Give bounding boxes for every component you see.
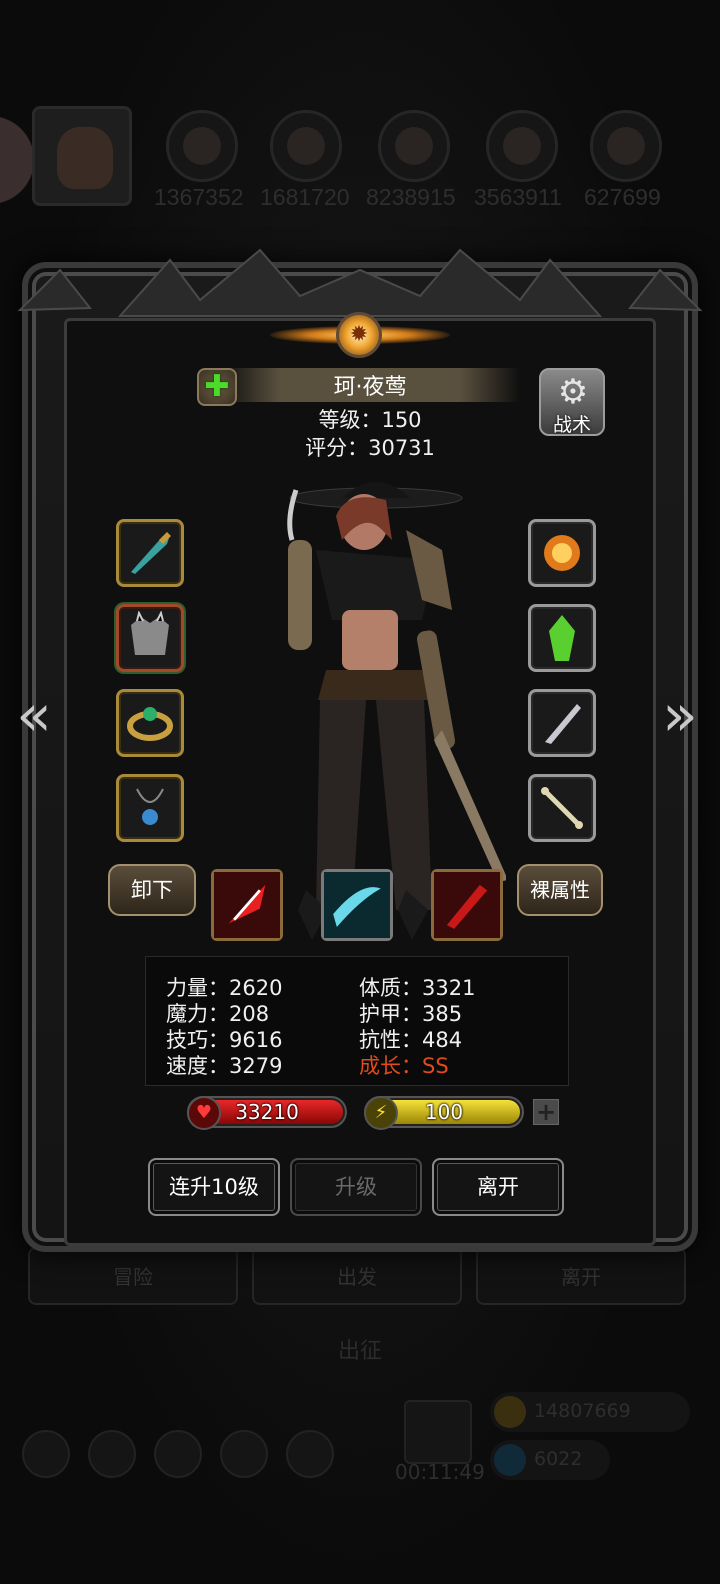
unequip-button[interactable]: 卸下 <box>108 864 196 916</box>
gem-counter: 6022 <box>490 1440 610 1480</box>
background-menu-icon <box>154 1430 202 1478</box>
background-menu-icon <box>22 1430 70 1478</box>
resource-icon <box>486 110 558 182</box>
gem-icon <box>494 1444 526 1476</box>
panel-emblem: ✹ <box>270 306 450 364</box>
hp-value: 33210 <box>235 1100 299 1124</box>
skill-slot-3[interactable] <box>431 869 503 941</box>
equip-slot-relic[interactable] <box>528 519 596 587</box>
gold-amount: 14807669 <box>534 1400 631 1422</box>
fire-relic-icon <box>544 535 580 571</box>
leave-button[interactable]: 离开 <box>432 1158 564 1216</box>
level-up-10-button[interactable]: 连升10级 <box>148 1158 280 1216</box>
equip-slot-weapon[interactable] <box>116 519 184 587</box>
gear-icon: ⚙ <box>557 372 589 412</box>
green-crystal-icon <box>549 615 575 661</box>
resource-count: 627699 <box>584 184 661 210</box>
equip-slot-amulet[interactable] <box>116 774 184 842</box>
red-slash-skill-icon <box>214 872 280 938</box>
background-tab-adventure: 冒险 <box>28 1247 238 1305</box>
previous-hero-arrow[interactable]: « <box>10 686 58 748</box>
gift-box-icon <box>404 1400 472 1464</box>
energy-bar: ⚡ 100 <box>364 1096 524 1130</box>
sun-icon: ✹ <box>349 322 369 347</box>
tactics-button[interactable]: ⚙ 战术 <box>539 368 605 436</box>
next-hero-arrow[interactable]: » <box>656 686 704 748</box>
skill-slot-1[interactable] <box>211 869 283 941</box>
blood-blade-skill-icon <box>434 872 500 938</box>
equip-slot-gem[interactable] <box>528 604 596 672</box>
stat-growth: 成长：SS <box>359 1054 449 1078</box>
dagger-icon <box>131 532 171 574</box>
ring-icon <box>127 707 173 741</box>
cyan-slash-skill-icon <box>324 872 390 938</box>
throwing-knife-icon <box>545 704 581 744</box>
equip-slot-armor[interactable] <box>116 604 184 672</box>
amulet-icon <box>136 788 164 825</box>
bone-icon <box>541 787 583 829</box>
background-timer: 00:11:49 <box>395 1460 485 1484</box>
background-avatar <box>32 106 132 206</box>
background-tab-depart: 出发 <box>252 1247 462 1305</box>
resource-count: 1367352 <box>154 184 244 210</box>
energy-value: 100 <box>424 1100 464 1124</box>
equip-slot-ring[interactable] <box>116 689 184 757</box>
bare-stats-button[interactable]: 裸属性 <box>517 864 603 916</box>
tactics-label: 战术 <box>552 414 591 436</box>
level-up-button[interactable]: 升级 <box>290 1158 422 1216</box>
hp-bar: ♥ 33210 <box>187 1096 347 1130</box>
equip-slot-misc[interactable] <box>528 774 596 842</box>
background-menu-icon <box>220 1430 268 1478</box>
character-score: 评分：30731 <box>305 436 435 460</box>
stat-speed: 速度：3279 <box>166 1054 283 1078</box>
add-energy-button[interactable]: + <box>533 1099 559 1125</box>
resource-icon <box>270 110 342 182</box>
equip-slot-throwing[interactable] <box>528 689 596 757</box>
resource-count: 1681720 <box>260 184 350 210</box>
resource-count: 3563911 <box>474 184 562 210</box>
skill-slot-2[interactable] <box>321 869 393 941</box>
character-level: 等级：150 <box>318 408 422 432</box>
gold-counter: 14807669 <box>490 1392 690 1432</box>
resource-count: 8238915 <box>366 184 456 210</box>
background-menu-icon <box>88 1430 136 1478</box>
resource-icon <box>166 110 238 182</box>
gem-amount: 6022 <box>534 1448 583 1470</box>
resource-icon <box>590 110 662 182</box>
character-name: 珂·夜莺 <box>333 375 407 400</box>
gold-coin-icon <box>494 1396 526 1428</box>
resource-icon <box>378 110 450 182</box>
background-menu-icon <box>286 1430 334 1478</box>
background-expedition-title: 出征 <box>337 1339 382 1364</box>
spiked-armor-icon <box>131 611 169 655</box>
background-tab-leave: 离开 <box>476 1247 686 1305</box>
